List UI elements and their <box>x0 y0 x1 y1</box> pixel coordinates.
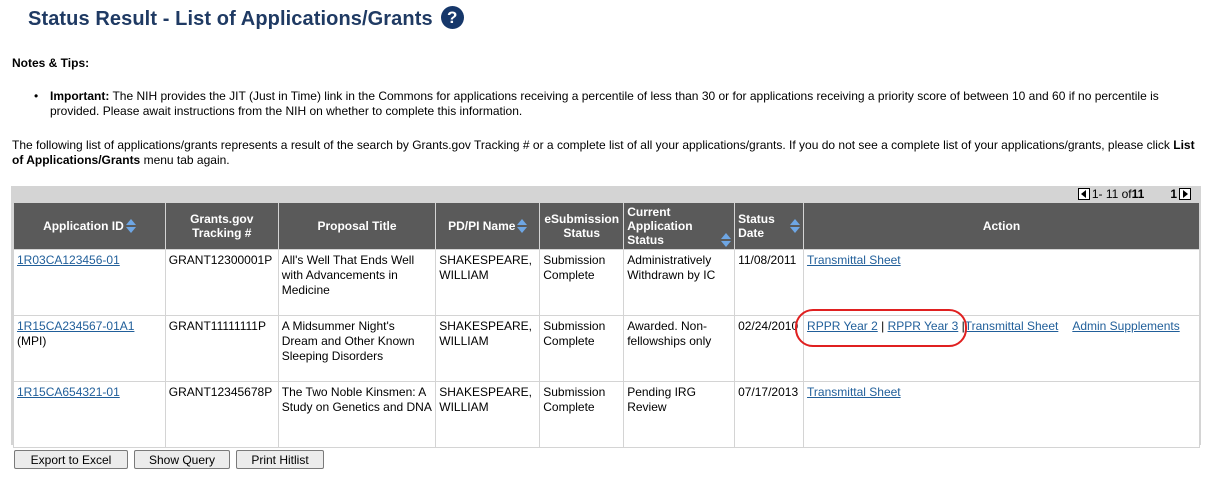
col-action: Action <box>803 202 1200 250</box>
table-row: 1R15CA654321-01 GRANT12345678P The Two N… <box>13 381 1200 448</box>
cell-current-status: Pending IRG Review <box>623 381 736 448</box>
cell-action: Transmittal Sheet <box>803 381 1200 448</box>
cell-current-status: Administratively Withdrawn by IC <box>623 249 736 316</box>
pager-range: 1- 11 of <box>1091 187 1132 201</box>
col-proposal-title: Proposal Title <box>277 202 437 250</box>
help-icon[interactable]: ? <box>440 6 464 29</box>
rppr-year-3-link[interactable]: RPPR Year 3 <box>888 319 959 333</box>
cell-pdpi: SHAKESPEARE, WILLIAM <box>435 315 541 382</box>
page-title: Status Result - List of Applications/Gra… <box>28 8 433 30</box>
application-id-link[interactable]: 1R15CA654321-01 <box>17 385 120 399</box>
col-tracking: Grants.gov Tracking # <box>164 202 279 250</box>
table-row: 1R03CA123456-01 GRANT12300001P All's Wel… <box>13 249 1200 316</box>
notes-heading: Notes & Tips: <box>12 56 90 70</box>
mpi-label: (MPI) <box>17 334 47 348</box>
pager-page: 1 <box>1170 187 1177 201</box>
cell-pdpi: SHAKESPEARE, WILLIAM <box>435 249 541 316</box>
pager-total: 11 <box>1131 187 1145 201</box>
cell-proposal-title: The Two Noble Kinsmen: A Study on Geneti… <box>277 381 437 448</box>
col-current-status[interactable]: Current Application Status <box>623 202 736 250</box>
cell-current-status: Awarded. Non-fellowships only <box>623 315 736 382</box>
cell-action: RPPR Year 2 | RPPR Year 3 |Transmittal S… <box>803 315 1200 382</box>
applications-table: Application ID Grants.gov Tracking # Prop… <box>13 202 1200 448</box>
col-esubmission-status: eSubmission Status <box>539 202 625 250</box>
col-status-date[interactable]: Status Date <box>734 202 805 250</box>
application-id-link[interactable]: 1R15CA234567-01A1 <box>17 319 134 333</box>
sort-icon[interactable] <box>790 219 801 233</box>
pager: 1- 11 of 11 1 <box>1076 187 1193 201</box>
cell-status-date: 02/24/2010 <box>734 315 805 382</box>
results-grid: 1- 11 of 11 1 Application ID Grants.gov T… <box>11 186 1201 448</box>
cell-status-date: 11/08/2011 <box>734 249 805 316</box>
cell-tracking: GRANT12345678P <box>164 381 279 448</box>
sort-icon[interactable] <box>721 233 732 247</box>
application-id-link[interactable]: 1R03CA123456-01 <box>17 253 120 267</box>
show-query-button[interactable]: Show Query <box>134 450 230 469</box>
cell-esubmission-status: Submission Complete <box>539 381 625 448</box>
intro-text: The following list of applications/grant… <box>12 138 1207 168</box>
intro-tail: menu tab again. <box>140 153 230 167</box>
transmittal-sheet-link[interactable]: Transmittal Sheet <box>807 253 901 267</box>
cell-action: Transmittal Sheet <box>803 249 1200 316</box>
cell-application-id: 1R03CA123456-01 <box>13 249 166 316</box>
note-text: The NIH provides the JIT (Just in Time) … <box>50 89 1159 118</box>
table-header-row: Application ID Grants.gov Tracking # Prop… <box>13 202 1200 250</box>
note-label: Important: <box>50 89 110 103</box>
cell-tracking: GRANT12300001P <box>164 249 279 316</box>
cell-status-date: 07/17/2013 <box>734 381 805 448</box>
cell-application-id: 1R15CA234567-01A1 (MPI) <box>13 315 166 382</box>
sort-icon[interactable] <box>125 219 136 234</box>
intro-body: The following list of applications/grant… <box>12 138 1174 152</box>
previous-page-icon[interactable] <box>1077 188 1090 200</box>
rppr-year-2-link[interactable]: RPPR Year 2 <box>807 319 878 333</box>
transmittal-sheet-link[interactable]: Transmittal Sheet <box>965 319 1059 333</box>
col-pdpi[interactable]: PD/PI Name <box>435 202 541 250</box>
admin-supplements-link[interactable]: Admin Supplements <box>1072 319 1179 333</box>
button-bar: Export to Excel Show Query Print Hitlist <box>14 450 324 469</box>
col-application-id[interactable]: Application ID <box>13 202 166 250</box>
cell-esubmission-status: Submission Complete <box>539 315 625 382</box>
print-hitlist-button[interactable]: Print Hitlist <box>236 450 324 469</box>
notes-list: Important: The NIH provides the JIT (Jus… <box>34 89 1194 119</box>
cell-application-id: 1R15CA654321-01 <box>13 381 166 448</box>
sort-icon[interactable] <box>517 219 528 234</box>
transmittal-sheet-link[interactable]: Transmittal Sheet <box>807 385 901 399</box>
cell-proposal-title: A Midsummer Night's Dream and Other Know… <box>277 315 437 382</box>
note-item: Important: The NIH provides the JIT (Jus… <box>34 89 1194 119</box>
table-row: 1R15CA234567-01A1 (MPI) GRANT11111111P A… <box>13 315 1200 382</box>
export-to-excel-button[interactable]: Export to Excel <box>14 450 128 469</box>
page-header: Status Result - List of Applications/Gra… <box>28 6 464 31</box>
cell-esubmission-status: Submission Complete <box>539 249 625 316</box>
next-page-icon[interactable] <box>1179 188 1191 200</box>
cell-tracking: GRANT11111111P <box>164 315 279 382</box>
cell-proposal-title: All's Well That Ends Well with Advanceme… <box>277 249 437 316</box>
cell-pdpi: SHAKESPEARE, WILLIAM <box>435 381 541 448</box>
